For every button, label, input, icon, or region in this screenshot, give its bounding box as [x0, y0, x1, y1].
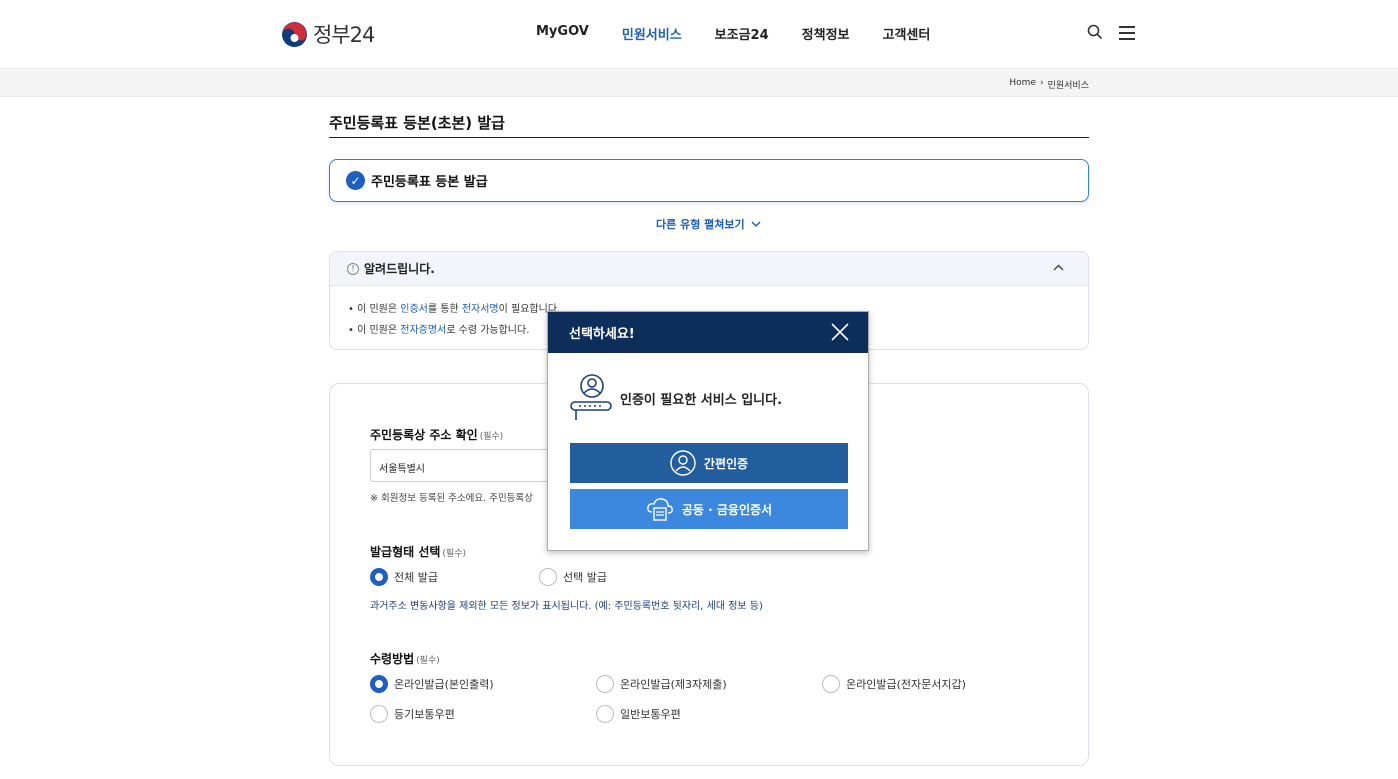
address-note: ※ 회원정보 등록된 주소에요. 주민등록상 [370, 493, 533, 504]
info-icon: ! [347, 262, 359, 275]
receive-method-label: 수령방법 (필수) [370, 650, 440, 667]
page-title: 주민등록표 등본(초본) 발급 [329, 114, 505, 132]
notice-title: 알려드립니다. [364, 262, 435, 276]
selected-service-label: 주민등록표 등본 발급 [371, 175, 488, 190]
breadcrumb-separator: › [1039, 78, 1044, 88]
radio-selected-icon [370, 568, 388, 586]
close-icon[interactable] [831, 323, 849, 341]
nav-policy-info[interactable]: 정책정보 [802, 24, 850, 43]
address-label-text: 주민등록상 주소 확인 [370, 428, 478, 442]
radio-label: 온라인발급(전자문서지갑) [846, 678, 966, 691]
nav-civil-service[interactable]: 민원서비스 [622, 24, 682, 43]
notice-highlight-certificate: 인증서 [400, 304, 428, 315]
radio-registered-mail[interactable]: 등기보통우편 [370, 705, 455, 723]
simple-auth-label: 간편인증 [703, 456, 749, 471]
chevron-down-icon [751, 220, 761, 227]
breadcrumb-current[interactable]: 민원서비스 [1048, 78, 1089, 91]
radio-online-self-print[interactable]: 온라인발급(본인출력) [370, 675, 494, 693]
notice-text: 이 민원은 [357, 304, 401, 315]
more-types-toggle[interactable]: 다른 유형 펼쳐보기 [656, 216, 761, 232]
required-mark: (필수) [479, 432, 504, 442]
authentication-icon [570, 374, 612, 420]
more-types-label: 다른 유형 펼쳐보기 [656, 218, 745, 231]
site-header: 정부24 MyGOV 민원서비스 보조금24 정책정보 고객센터 [0, 0, 1398, 69]
notice-highlight-e-certificate: 전자증명서 [400, 325, 447, 336]
nav-mygov[interactable]: MyGOV [536, 24, 589, 43]
required-mark: (필수) [416, 656, 440, 666]
auth-select-modal: 선택하세요! 인증이 필요한 서비스 입니다. 간편인증 공동 · 금융인증서 [547, 311, 869, 551]
issue-type-description: 과거주소 변동사항을 제외한 모든 정보가 표시됩니다. (예: 주민등록번호 … [370, 601, 763, 612]
check-icon: ✓ [346, 171, 365, 190]
breadcrumb-bar: Home › 민원서비스 [0, 70, 1398, 97]
radio-online-e-wallet[interactable]: 온라인발급(전자문서지갑) [822, 675, 966, 693]
radio-unselected-icon [822, 675, 840, 693]
radio-label: 온라인발급(본인출력) [394, 678, 494, 691]
notice-header[interactable]: ! 알려드립니다. [330, 252, 1088, 286]
modal-message: 인증이 필요한 서비스 입니다. [570, 374, 782, 422]
radio-unselected-icon [596, 675, 614, 693]
main-nav: MyGOV 민원서비스 보조금24 정책정보 고객센터 [536, 24, 963, 43]
chevron-up-icon[interactable] [1053, 264, 1064, 271]
cloud-certificate-icon [647, 498, 673, 521]
issue-type-label: 발급형태 선택 (필수) [370, 543, 466, 560]
certificate-auth-button[interactable]: 공동 · 금융인증서 [570, 489, 848, 529]
radio-label: 온라인발급(제3자제출) [620, 678, 727, 691]
site-logo[interactable]: 정부24 [282, 19, 375, 49]
taegeuk-logo-icon [282, 21, 307, 47]
notice-text: 로 수령 가능합니다. [446, 325, 530, 336]
notice-highlight-esign: 전자서명 [461, 304, 499, 315]
modal-header: 선택하세요! [548, 312, 868, 353]
required-mark: (필수) [442, 549, 467, 559]
modal-title: 선택하세요! [569, 327, 635, 342]
selected-service-box[interactable]: ✓ 주민등록표 등본 발급 [329, 159, 1089, 202]
radio-label: 선택 발급 [563, 571, 607, 584]
radio-partial-issue[interactable]: 선택 발급 [539, 568, 607, 586]
notice-text: 이 민원은 [357, 325, 401, 336]
certificate-auth-label: 공동 · 금융인증서 [681, 502, 773, 517]
breadcrumb: Home › 민원서비스 [1009, 78, 1089, 91]
radio-label: 일반보통우편 [620, 708, 681, 721]
radio-unselected-icon [370, 705, 388, 723]
modal-message-text: 인증이 필요한 서비스 입니다. [620, 392, 783, 408]
address-label: 주민등록상 주소 확인 (필수) [370, 426, 503, 443]
title-divider [329, 137, 1089, 138]
notice-text: 를 통한 [427, 304, 462, 315]
hamburger-menu-icon[interactable] [1119, 26, 1135, 40]
receive-method-label-text: 수령방법 [370, 652, 415, 666]
person-icon [670, 450, 696, 476]
radio-selected-icon [370, 675, 388, 693]
issue-type-label-text: 발급형태 선택 [370, 545, 441, 559]
radio-regular-mail[interactable]: 일반보통우편 [596, 705, 681, 723]
radio-unselected-icon [539, 568, 557, 586]
search-icon[interactable] [1087, 24, 1103, 40]
radio-unselected-icon [596, 705, 614, 723]
radio-label: 등기보통우편 [394, 708, 455, 721]
radio-label: 전체 발급 [394, 571, 438, 584]
logo-text: 정부24 [313, 23, 375, 47]
breadcrumb-home[interactable]: Home [1009, 78, 1036, 91]
simple-auth-button[interactable]: 간편인증 [570, 443, 848, 483]
nav-customer-center[interactable]: 고객센터 [883, 24, 931, 43]
radio-full-issue[interactable]: 전체 발급 [370, 568, 438, 586]
nav-subsidy[interactable]: 보조금24 [715, 24, 769, 43]
radio-online-third-party[interactable]: 온라인발급(제3자제출) [596, 675, 727, 693]
